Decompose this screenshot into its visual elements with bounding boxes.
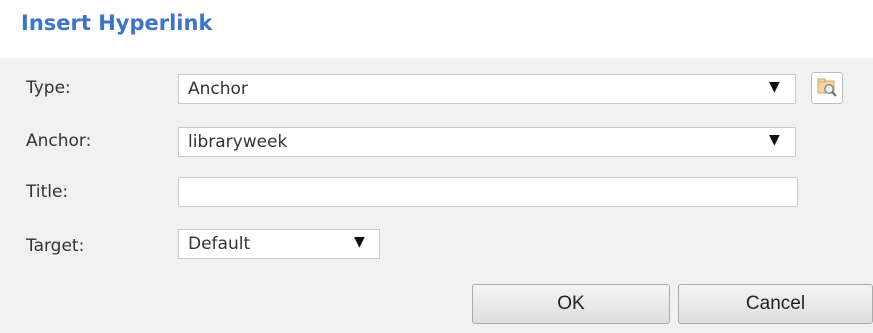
title-label: Title: bbox=[26, 182, 69, 202]
anchor-select-value: libraryweek bbox=[188, 132, 288, 152]
browse-button[interactable] bbox=[811, 72, 843, 104]
dialog-title: Insert Hyperlink bbox=[21, 11, 213, 35]
anchor-dropdown-arrow-icon: ▼ bbox=[769, 132, 780, 148]
target-dropdown-arrow-icon: ▼ bbox=[354, 234, 365, 250]
ok-button[interactable]: OK bbox=[472, 284, 670, 324]
insert-hyperlink-dialog: Insert Hyperlink Type: Anchor ▼ Anchor: … bbox=[0, 0, 873, 333]
type-select-value: Anchor bbox=[188, 79, 248, 99]
title-input[interactable] bbox=[178, 177, 798, 207]
target-label: Target: bbox=[26, 236, 85, 256]
type-label: Type: bbox=[26, 78, 71, 98]
cancel-button[interactable]: Cancel bbox=[678, 284, 873, 324]
target-select-value: Default bbox=[188, 234, 251, 254]
anchor-label: Anchor: bbox=[26, 131, 92, 151]
target-select[interactable]: Default ▼ bbox=[178, 229, 380, 259]
anchor-select[interactable]: libraryweek ▼ bbox=[178, 127, 796, 157]
type-select[interactable]: Anchor ▼ bbox=[178, 74, 796, 104]
type-dropdown-arrow-icon: ▼ bbox=[769, 79, 780, 95]
